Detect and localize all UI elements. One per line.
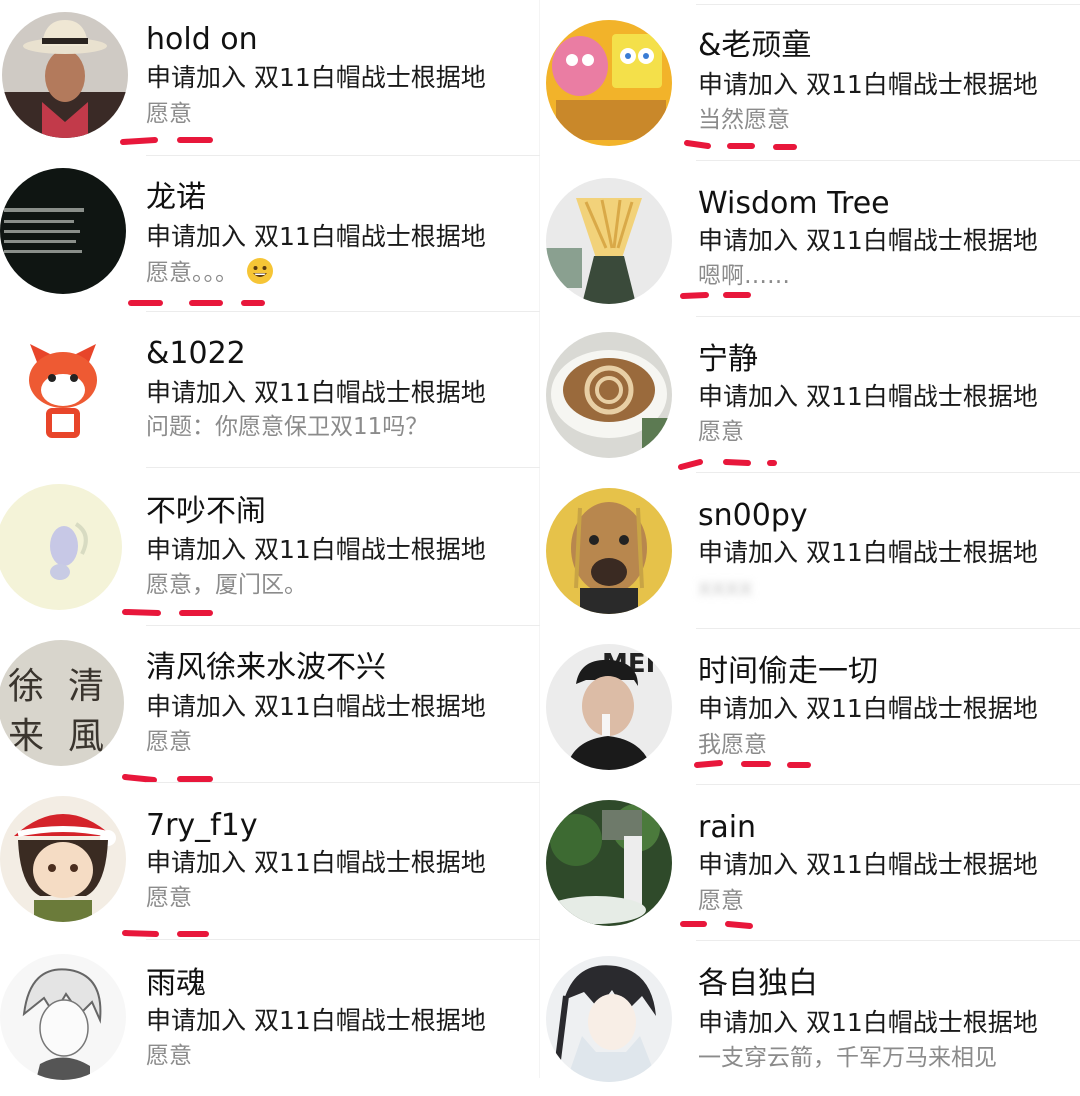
list-item[interactable]: Wisdom Tree 申请加入 双11白帽战士根据地 嗯啊…… xyxy=(540,160,1080,317)
applicant-name: 7ry_f1y xyxy=(146,808,258,843)
grinning-face-icon xyxy=(246,257,274,285)
list-item[interactable]: rain 申请加入 双11白帽战士根据地 愿意 xyxy=(540,784,1080,941)
applicant-name: hold on xyxy=(146,22,258,57)
list-item[interactable]: 宁静 申请加入 双11白帽战士根据地 愿意 xyxy=(540,316,1080,473)
red-underline-mark xyxy=(684,140,804,150)
list-item[interactable]: MEI 时间偷走一切 申请加入 双11白帽战士根据地 我愿意 xyxy=(540,628,1080,785)
red-underline-mark xyxy=(122,929,222,937)
red-underline-mark xyxy=(680,291,760,299)
avatar xyxy=(546,20,672,146)
applicant-name: Wisdom Tree xyxy=(698,186,890,221)
list-item[interactable]: &1022 申请加入 双11白帽战士根据地 问题：你愿意保卫双11吗？ xyxy=(0,312,540,468)
left-request-list: hold on 申请加入 双11白帽战士根据地 愿意 龙诺 申请加入 双11白帽… xyxy=(0,0,540,1080)
avatar: MEI xyxy=(546,644,672,770)
svg-text:風: 風 xyxy=(68,716,104,757)
applicant-name: 不吵不闹 xyxy=(146,494,266,529)
request-text: 申请加入 双11白帽战士根据地 xyxy=(146,848,486,877)
answer-text: 愿意 xyxy=(146,101,192,127)
answer-text: 嗯啊…… xyxy=(698,263,790,289)
answer-text: 愿意，厦门区。 xyxy=(146,572,307,598)
right-request-list: &老顽童 申请加入 双11白帽战士根据地 当然愿意 Wisdom Tree 申请… xyxy=(540,0,1080,1082)
row-separator xyxy=(696,4,1080,5)
red-underline-mark xyxy=(678,458,788,470)
red-underline-mark xyxy=(680,920,760,929)
list-item[interactable]: 龙诺 申请加入 双11白帽战士根据地 愿意。。。 xyxy=(0,156,540,312)
request-text: 申请加入 双11白帽战士根据地 xyxy=(146,692,486,721)
list-item[interactable]: 7ry_f1y 申请加入 双11白帽战士根据地 愿意 xyxy=(0,782,540,940)
answer-text: 愿意 xyxy=(146,885,192,911)
answer-text: 愿意 xyxy=(698,419,744,445)
list-item[interactable]: sn00py 申请加入 双11白帽战士根据地 xxxx xyxy=(540,472,1080,629)
avatar xyxy=(546,800,672,926)
red-underline-mark xyxy=(694,760,814,768)
request-text: 申请加入 双11白帽战士根据地 xyxy=(146,222,486,251)
list-item[interactable]: &老顽童 申请加入 双11白帽战士根据地 当然愿意 xyxy=(540,0,1080,161)
request-text: 申请加入 双11白帽战士根据地 xyxy=(698,382,1038,411)
red-underline-mark xyxy=(120,136,220,145)
request-text: 申请加入 双11白帽战士根据地 xyxy=(698,226,1038,255)
avatar xyxy=(546,488,672,614)
svg-text:徐: 徐 xyxy=(8,666,44,707)
applicant-name: 时间偷走一切 xyxy=(698,654,878,689)
avatar xyxy=(546,178,672,304)
list-item[interactable]: 雨魂 申请加入 双11白帽战士根据地 愿意 xyxy=(0,940,540,1096)
avatar xyxy=(0,796,126,922)
red-underline-mark xyxy=(122,774,222,783)
request-text: 申请加入 双11白帽战士根据地 xyxy=(698,70,1038,99)
avatar xyxy=(2,12,128,138)
red-underline-mark xyxy=(122,608,222,616)
svg-text:来: 来 xyxy=(8,716,44,757)
avatar: 徐清来風 xyxy=(0,640,124,766)
svg-text:清: 清 xyxy=(68,666,104,707)
answer-text: 一支穿云箭，千军万马来相见 xyxy=(698,1045,997,1071)
list-item[interactable]: 不吵不闹 申请加入 双11白帽战士根据地 愿意，厦门区。 xyxy=(0,468,540,626)
answer-text: 当然愿意 xyxy=(698,107,790,133)
applicant-name: 清风徐来水波不兴 xyxy=(146,650,386,685)
avatar xyxy=(546,332,672,458)
answer-text: 愿意。。。 xyxy=(146,260,238,286)
request-text: 申请加入 双11白帽战士根据地 xyxy=(698,1008,1038,1037)
applicant-name: 雨魂 xyxy=(146,966,206,1001)
red-underline-mark xyxy=(128,298,268,306)
applicant-name: 龙诺 xyxy=(146,180,206,215)
answer-text: 我愿意 xyxy=(698,732,767,758)
request-text: 申请加入 双11白帽战士根据地 xyxy=(698,850,1038,879)
applicant-name: &老顽童 xyxy=(698,28,812,63)
applicant-name: 宁静 xyxy=(698,342,758,377)
applicant-name: &1022 xyxy=(146,336,246,371)
list-item[interactable]: 各自独白 申请加入 双11白帽战士根据地 一支穿云箭，千军万马来相见 xyxy=(540,940,1080,1096)
applicant-name: 各自独白 xyxy=(698,966,818,1001)
avatar xyxy=(0,484,122,610)
applicant-name: sn00py xyxy=(698,498,808,533)
avatar xyxy=(0,168,126,294)
answer-text: 问题：你愿意保卫双11吗？ xyxy=(146,414,429,440)
answer-text: 愿意 xyxy=(146,1043,192,1069)
list-item[interactable]: 徐清来風 清风徐来水波不兴 申请加入 双11白帽战士根据地 愿意 xyxy=(0,626,540,783)
answer-text: 愿意 xyxy=(698,888,744,914)
request-text: 申请加入 双11白帽战士根据地 xyxy=(698,538,1038,567)
request-text: 申请加入 双11白帽战士根据地 xyxy=(146,535,486,564)
request-text: 申请加入 双11白帽战士根据地 xyxy=(146,63,486,92)
answer-text-obscured: xxxx xyxy=(698,575,753,601)
avatar xyxy=(0,954,126,1080)
answer-text: 愿意 xyxy=(146,729,192,755)
avatar xyxy=(546,956,672,1082)
applicant-name: rain xyxy=(698,810,757,845)
request-text: 申请加入 双11白帽战士根据地 xyxy=(146,378,486,407)
avatar xyxy=(0,324,126,450)
request-text: 申请加入 双11白帽战士根据地 xyxy=(698,694,1038,723)
list-item[interactable]: hold on 申请加入 双11白帽战士根据地 愿意 xyxy=(0,0,540,156)
request-text: 申请加入 双11白帽战士根据地 xyxy=(146,1006,486,1035)
